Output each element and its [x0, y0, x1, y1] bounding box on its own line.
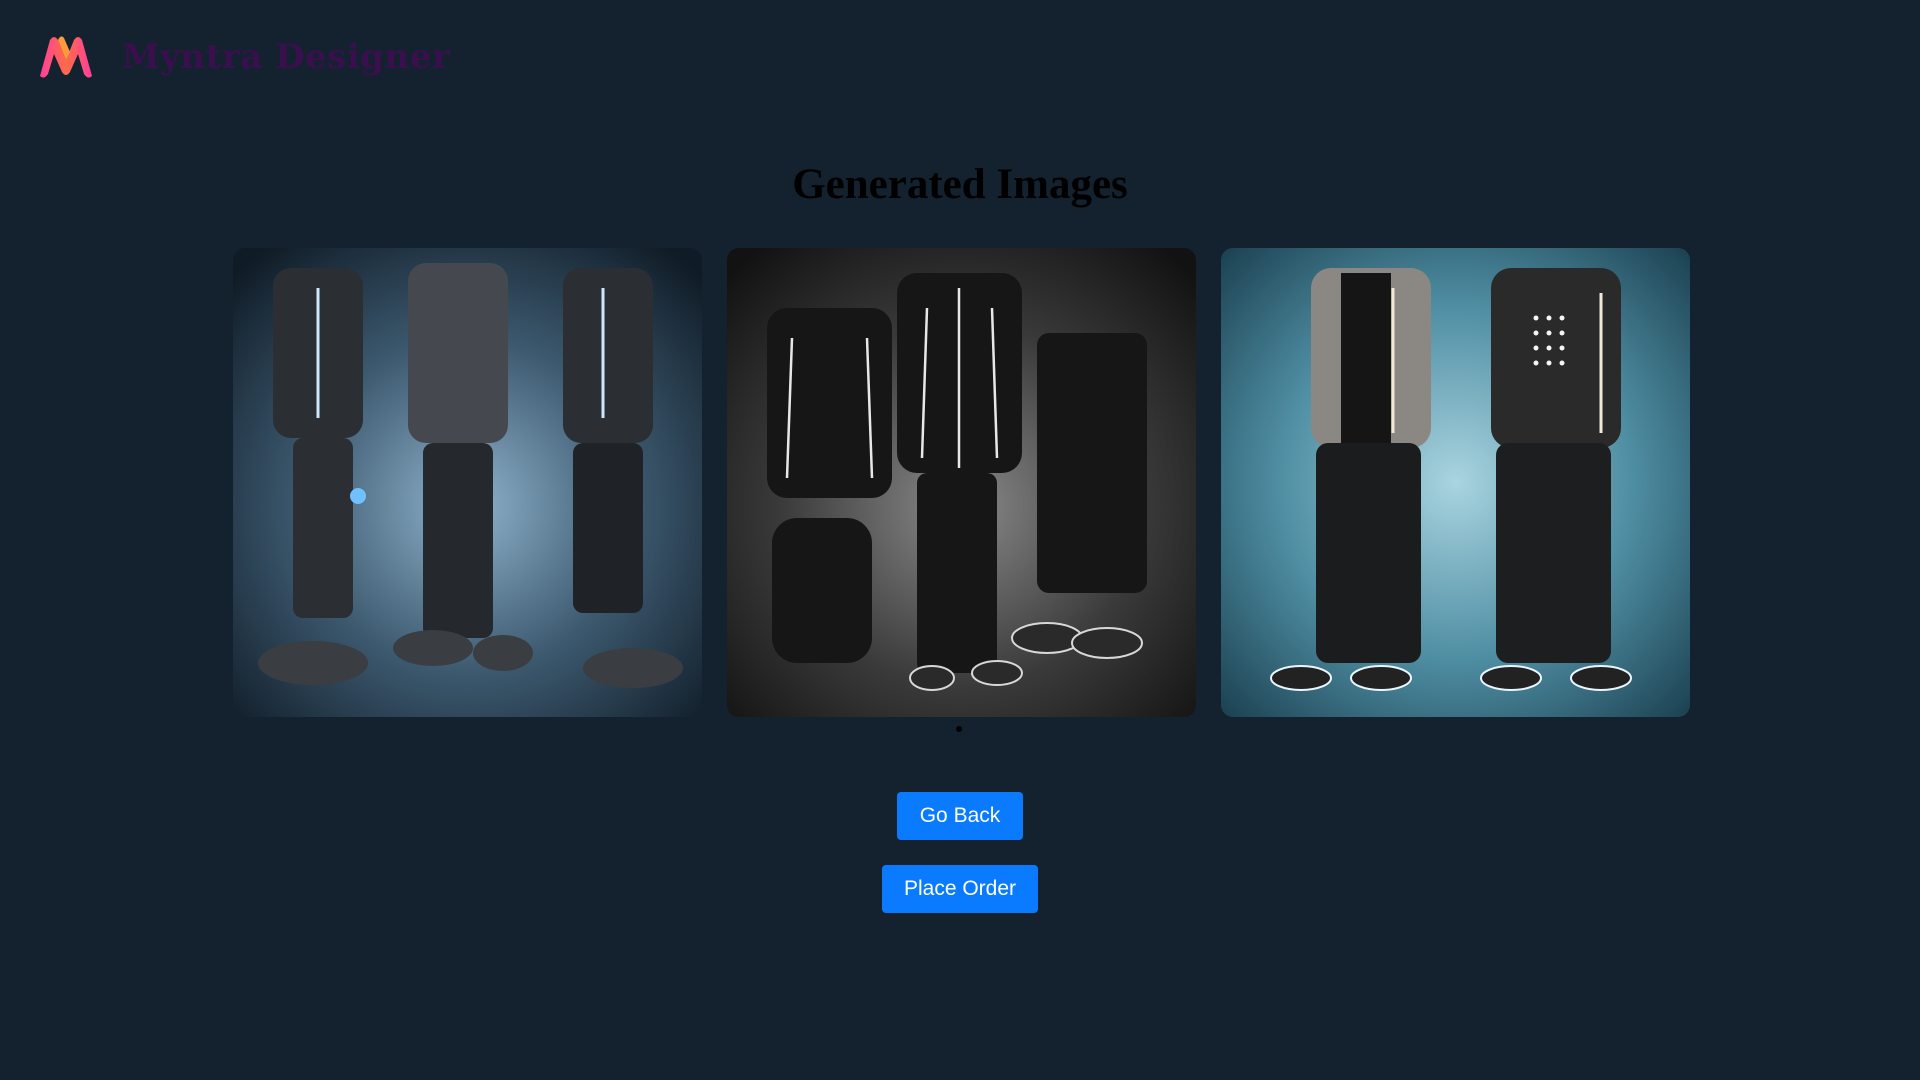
- carousel-indicators: [956, 726, 962, 732]
- outfit-image-2[interactable]: [727, 248, 1196, 717]
- image-gallery: [233, 248, 1690, 717]
- brand-name: Myntra Designer: [122, 37, 451, 77]
- place-order-button[interactable]: Place Order: [882, 865, 1038, 913]
- outfit-image-1[interactable]: [233, 248, 702, 717]
- carousel-dot[interactable]: [956, 726, 962, 732]
- myntra-logo-icon[interactable]: [36, 34, 96, 80]
- outfit-image-3[interactable]: [1221, 248, 1690, 717]
- go-back-button[interactable]: Go Back: [897, 792, 1023, 840]
- page-title: Generated Images: [792, 161, 1128, 208]
- app-header: Myntra Designer: [36, 34, 450, 80]
